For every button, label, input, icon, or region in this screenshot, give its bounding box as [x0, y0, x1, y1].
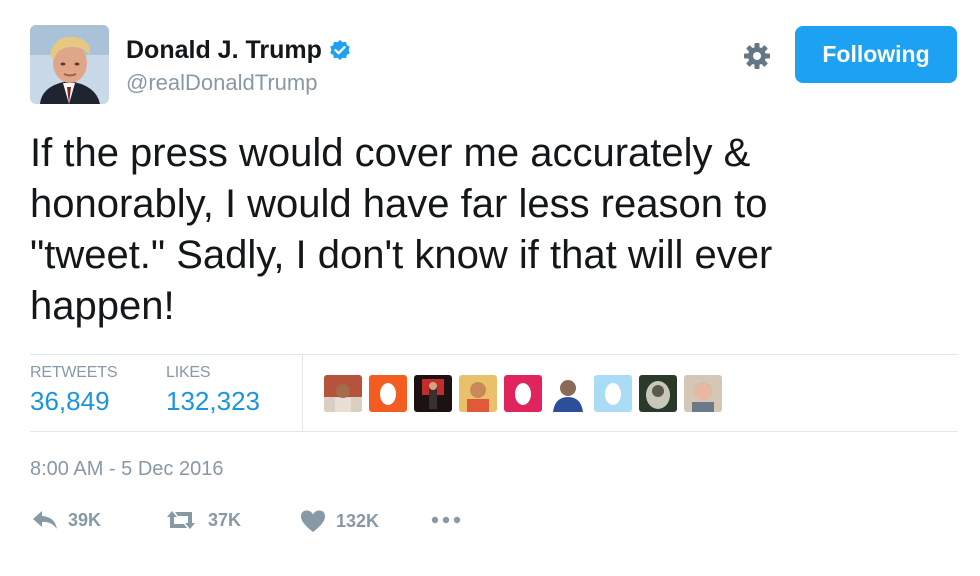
retweet-icon: [167, 511, 195, 529]
liker-avatar[interactable]: [459, 375, 497, 412]
profile-avatar[interactable]: [30, 25, 109, 104]
tweet-timestamp[interactable]: 8:00 AM - 5 Dec 2016: [30, 458, 223, 481]
reply-count: 39K: [68, 509, 102, 530]
like-count: 132K: [336, 510, 380, 531]
retweet-button[interactable]: 37K: [164, 509, 241, 531]
user-display-name[interactable]: Donald J. Trump: [126, 36, 352, 65]
reply-icon: [33, 511, 57, 529]
more-dots-icon[interactable]: [430, 509, 462, 531]
default-egg-avatar[interactable]: [594, 375, 632, 412]
liker-avatar[interactable]: [324, 375, 362, 412]
reply-button[interactable]: 39K: [32, 509, 101, 531]
heart-icon: [301, 510, 325, 532]
like-button[interactable]: 132K: [300, 509, 379, 533]
likers-avatars: [324, 375, 722, 412]
retweets-label: RETWEETS: [30, 364, 118, 381]
divider: [30, 431, 958, 432]
verified-badge-icon: [328, 39, 352, 63]
likes-count[interactable]: 132,323: [166, 386, 260, 417]
default-egg-avatar[interactable]: [369, 375, 407, 412]
default-egg-avatar[interactable]: [504, 375, 542, 412]
user-handle[interactable]: @realDonaldTrump: [126, 70, 317, 96]
likes-label: LIKES: [166, 364, 211, 381]
retweets-count[interactable]: 36,849: [30, 386, 117, 417]
liker-avatar[interactable]: [414, 375, 452, 412]
liker-avatar[interactable]: [639, 375, 677, 412]
gear-icon[interactable]: [741, 40, 773, 72]
likes-stat[interactable]: LIKES 132,323: [166, 364, 260, 417]
stats-divider: [302, 355, 303, 431]
user-name-text[interactable]: Donald J. Trump: [126, 36, 322, 65]
tweet-text: If the press would cover me accurately &…: [30, 131, 773, 328]
following-button[interactable]: Following: [795, 26, 957, 83]
divider: [30, 354, 958, 355]
retweets-stat[interactable]: RETWEETS 36,849: [30, 364, 117, 417]
retweet-count: 37K: [208, 509, 242, 530]
liker-avatar[interactable]: [684, 375, 722, 412]
liker-avatar[interactable]: [549, 375, 587, 412]
